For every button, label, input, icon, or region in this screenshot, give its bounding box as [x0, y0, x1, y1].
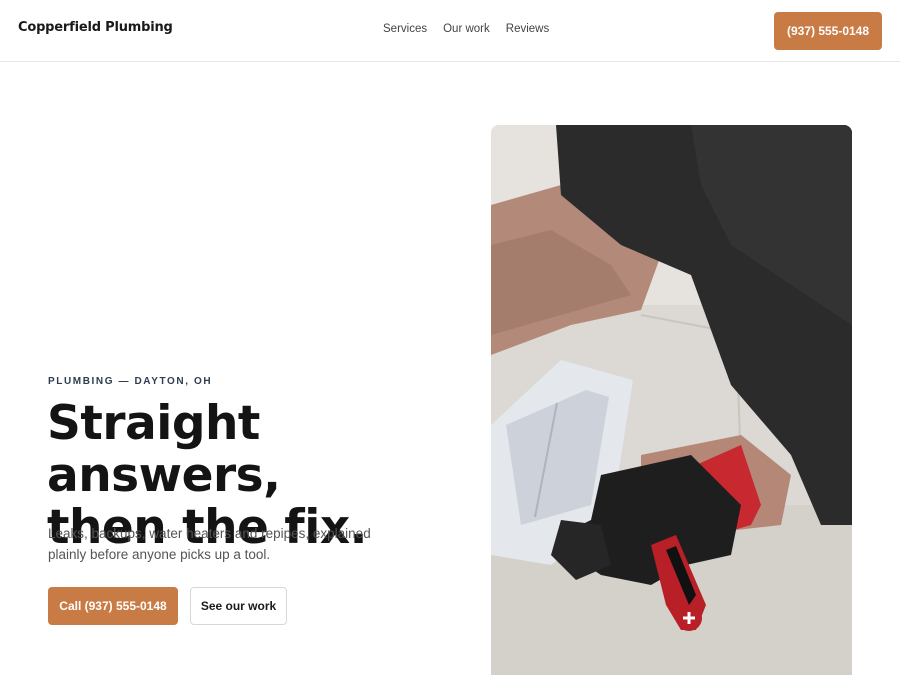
- nav-link-services[interactable]: Services: [383, 23, 427, 35]
- see-our-work-button[interactable]: See our work: [190, 587, 287, 625]
- site-header: Copperfield Plumbing Services Our work R…: [0, 0, 900, 62]
- headline-line-1: Straight answers,: [47, 396, 281, 503]
- hero-description: Leaks, backups, water heaters and repipe…: [48, 526, 371, 562]
- main-nav: Services Our work Reviews: [383, 23, 549, 35]
- header-call-button[interactable]: (937) 555-0148: [774, 12, 882, 50]
- nav-link-our-work[interactable]: Our work: [443, 23, 490, 35]
- call-button[interactable]: Call (937) 555-0148: [48, 587, 178, 625]
- hero-photo-plumber: [491, 125, 852, 675]
- hero-eyebrow: PLUMBING — DAYTON, OH: [48, 376, 213, 387]
- brand-logo[interactable]: Copperfield Plumbing: [18, 20, 173, 35]
- nav-link-reviews[interactable]: Reviews: [506, 23, 549, 35]
